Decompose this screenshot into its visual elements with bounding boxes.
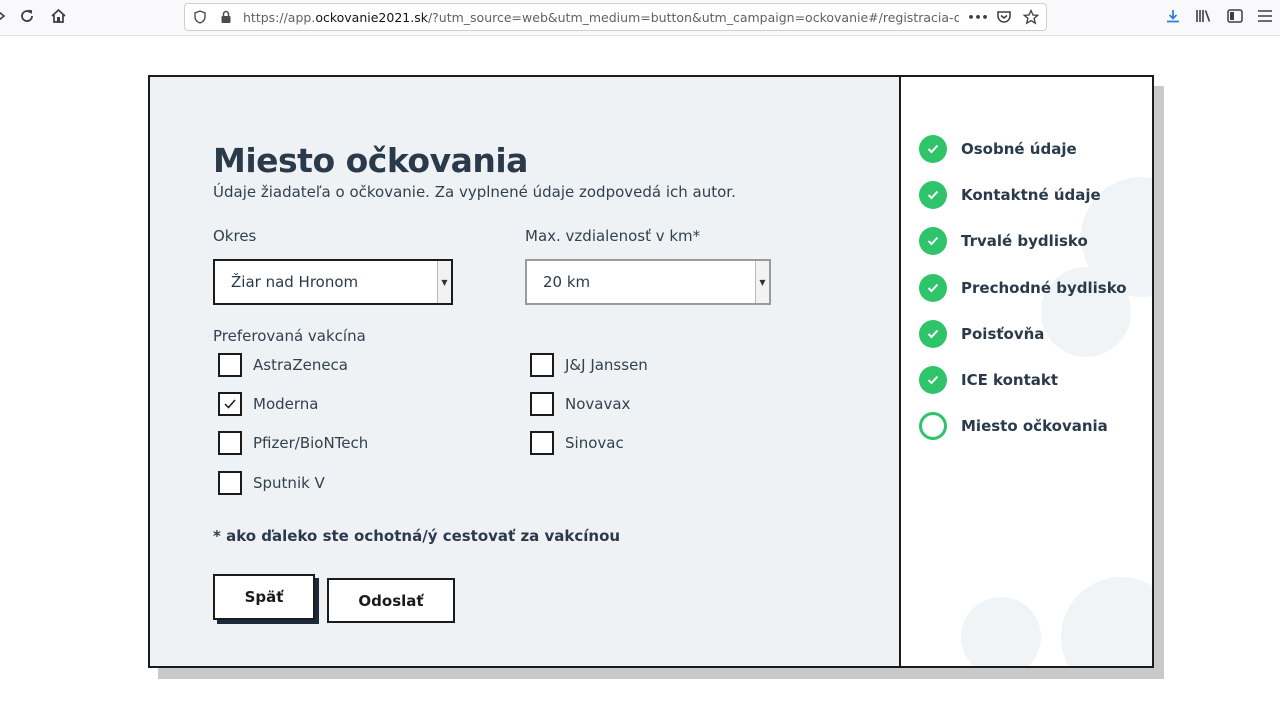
vaccine-option[interactable]: Novavax	[530, 392, 630, 416]
form-panel: Miesto očkovania Údaje žiadateľa o očkov…	[150, 77, 901, 666]
distance-note: * ako ďaleko ste ochotná/ý cestovať za v…	[213, 527, 621, 545]
okres-label: Okres	[213, 227, 257, 245]
vaccine-option-label: AstraZeneca	[253, 356, 348, 374]
step-label: Osobné údaje	[961, 140, 1077, 158]
page-actions-icon[interactable]: •••	[967, 8, 989, 26]
vaccine-option-label: Pfizer/BioNTech	[253, 434, 369, 452]
step-item: Miesto očkovania	[919, 412, 1108, 441]
bookmark-star-icon[interactable]	[1022, 8, 1040, 26]
step-item: Trvalé bydlisko	[919, 227, 1088, 256]
step-label: Poisťovňa	[961, 324, 1045, 343]
vaccine-option[interactable]: Sputnik V	[218, 471, 325, 495]
library-icon[interactable]	[1192, 4, 1216, 28]
check-circle-icon	[919, 319, 947, 348]
vaccine-option-label: Sputnik V	[253, 474, 325, 492]
vaccine-checkbox[interactable]	[530, 431, 554, 455]
check-circle-icon	[919, 227, 947, 256]
download-icon[interactable]	[1162, 4, 1184, 28]
virus-decoration	[961, 597, 1041, 666]
vaccine-option[interactable]: Moderna	[218, 392, 318, 416]
steps-panel: Osobné údaje Kontaktné údaje Trvalé bydlis…	[901, 77, 1152, 666]
virus-decoration	[1061, 577, 1152, 666]
okres-select[interactable]: Žiar nad Hronom ▼	[213, 259, 453, 305]
step-item: Kontaktné údaje	[919, 181, 1101, 210]
page-subtitle: Údaje žiadateľa o očkovanie. Za vyplnené…	[213, 183, 736, 201]
sidebar-icon[interactable]	[1224, 4, 1246, 28]
vaccine-option-label: Sinovac	[565, 434, 624, 452]
empty-circle-icon	[919, 412, 947, 441]
checkmark-icon	[224, 399, 236, 409]
tracking-shield-icon[interactable]	[191, 8, 209, 26]
vaccine-checkbox[interactable]	[218, 431, 242, 455]
okres-value: Žiar nad Hronom	[231, 273, 359, 291]
chevron-down-icon[interactable]: ▼	[437, 261, 451, 303]
submit-button[interactable]: Odoslať	[327, 578, 455, 623]
vaccine-option-label: J&J Janssen	[565, 356, 648, 374]
url-text: https://app.ockovanie2021.sk/?utm_source…	[243, 10, 959, 25]
registration-card: Miesto očkovania Údaje žiadateľa o očkov…	[148, 75, 1154, 668]
back-button[interactable]: Späť	[213, 574, 315, 620]
step-item: Poisťovňa	[919, 319, 1045, 348]
step-label: Trvalé bydlisko	[961, 232, 1088, 251]
page-title: Miesto očkovania	[213, 141, 528, 180]
vaccine-option[interactable]: Sinovac	[530, 431, 624, 455]
vaccine-option[interactable]: J&J Janssen	[530, 353, 648, 377]
check-circle-icon	[919, 135, 947, 163]
lock-icon[interactable]	[217, 8, 235, 26]
step-label: Miesto očkovania	[961, 417, 1108, 436]
vaccine-option[interactable]: AstraZeneca	[218, 353, 348, 377]
browser-toolbar: https://app.ockovanie2021.sk/?utm_source…	[0, 0, 1280, 36]
vaccine-option-label: Moderna	[253, 395, 319, 413]
forward-icon[interactable]	[0, 4, 10, 28]
vaccine-checkbox[interactable]	[218, 392, 242, 416]
vaccine-option[interactable]: Pfizer/BioNTech	[218, 431, 368, 455]
distance-value: 20 km	[543, 273, 591, 291]
chevron-down-icon[interactable]: ▼	[755, 261, 769, 303]
distance-label: Max. vzdialenosť v km*	[525, 227, 701, 245]
menu-icon[interactable]	[1254, 4, 1276, 28]
step-label: Kontaktné údaje	[961, 186, 1101, 205]
pocket-icon[interactable]	[995, 8, 1013, 26]
step-item: ICE kontakt	[919, 366, 1058, 394]
vaccine-checkbox[interactable]	[530, 353, 554, 377]
step-item: Osobné údaje	[919, 135, 1077, 163]
step-label: Prechodné bydlisko	[961, 278, 1127, 297]
vaccine-checkbox[interactable]	[218, 471, 242, 495]
distance-select[interactable]: 20 km ▼	[525, 259, 771, 305]
url-bar[interactable]: https://app.ockovanie2021.sk/?utm_source…	[184, 3, 1047, 31]
vaccine-option-label: Novavax	[565, 395, 631, 413]
vaccine-checkbox[interactable]	[530, 392, 554, 416]
step-item: Prechodné bydlisko	[919, 273, 1127, 302]
step-label: ICE kontakt	[961, 371, 1059, 389]
vaccine-label: Preferovaná vakcína	[213, 327, 366, 345]
home-icon[interactable]	[47, 4, 69, 28]
check-circle-icon	[919, 366, 947, 394]
reload-icon[interactable]	[16, 4, 38, 28]
vaccine-checkbox[interactable]	[218, 353, 242, 377]
check-circle-icon	[919, 181, 947, 210]
check-circle-icon	[919, 273, 947, 302]
